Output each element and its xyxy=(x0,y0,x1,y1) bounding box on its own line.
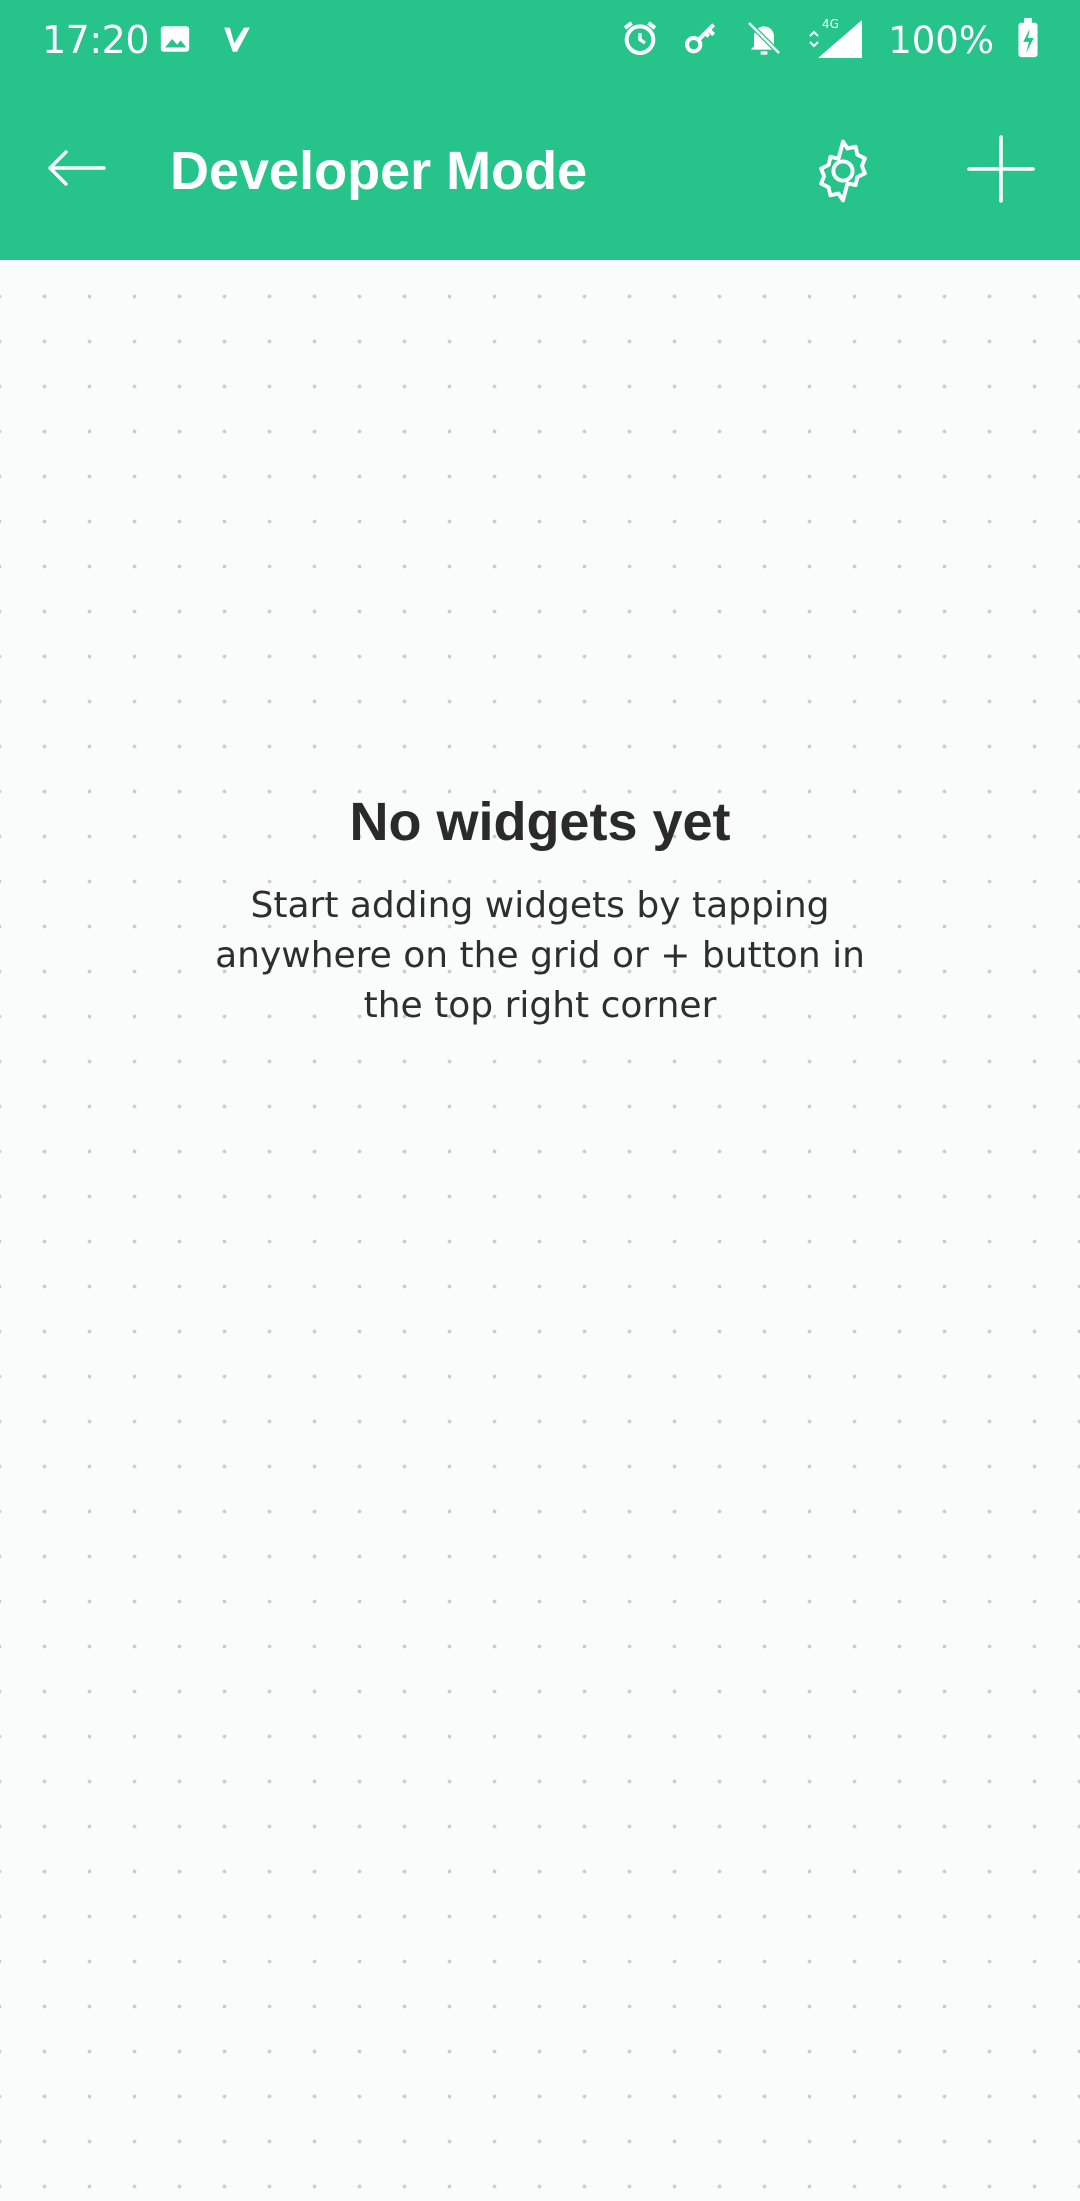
status-time: 17:20 xyxy=(42,18,150,62)
notification-icons xyxy=(158,22,254,61)
arrow-left-icon xyxy=(44,148,108,193)
system-icons: 4G 100% xyxy=(620,16,1040,65)
svg-text:4G: 4G xyxy=(822,17,839,31)
check-app-icon xyxy=(220,22,254,61)
gear-icon xyxy=(807,135,879,212)
battery-charging-icon xyxy=(1016,17,1040,64)
back-button[interactable] xyxy=(36,130,116,210)
add-button[interactable] xyxy=(958,128,1044,214)
widget-grid[interactable]: No widgets yet Start adding widgets by t… xyxy=(0,260,1080,2201)
empty-state-subtitle: Start adding widgets by tapping anywhere… xyxy=(215,884,865,1026)
battery-level: 100% xyxy=(888,19,994,62)
status-bar: 17:20 4G 100% xyxy=(0,0,1080,80)
page-title: Developer Mode xyxy=(170,141,588,201)
empty-state: No widgets yet Start adding widgets by t… xyxy=(140,790,940,1031)
plus-icon xyxy=(965,133,1037,210)
image-icon xyxy=(158,22,192,61)
empty-state-title: No widgets yet xyxy=(349,792,731,852)
app-bar: Developer Mode xyxy=(0,80,1080,260)
bell-off-icon xyxy=(744,18,784,63)
signal-icon: 4G xyxy=(806,16,866,65)
key-icon xyxy=(682,18,722,63)
settings-button[interactable] xyxy=(800,130,886,216)
alarm-icon xyxy=(620,18,660,63)
